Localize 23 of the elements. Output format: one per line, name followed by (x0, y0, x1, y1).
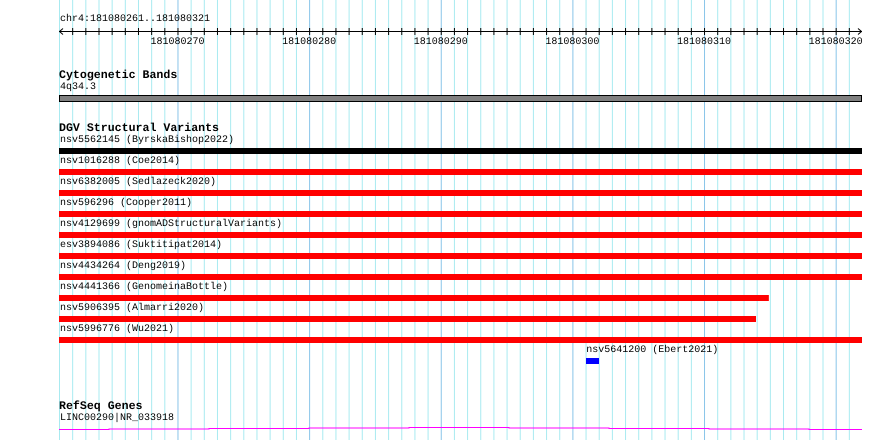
ruler-label: 181080310 (677, 37, 732, 48)
gene-label: LINC00290|NR_033918 (59, 413, 174, 425)
variant-label: nsv5641200 (Ebert2021) (585, 345, 718, 357)
track-title: Cytogenetic Bands (59, 70, 178, 82)
track-title: RefSeq Genes (59, 401, 142, 413)
variant-label: nsv5906395 (Almarri2020) (59, 303, 204, 315)
variant-label: nsv5996776 (Wu2021) (59, 324, 174, 336)
variant-label: nsv4129699 (gnomADStructuralVariants) (59, 219, 282, 231)
band-label: 4q34.3 (59, 82, 96, 94)
ruler-label: 181080270 (150, 37, 204, 48)
location-label: chr4:181080261..181080321 (59, 14, 210, 26)
variant-label: nsv4441366 (GenomeinaBottle) (59, 282, 228, 294)
ruler-label: 181080280 (282, 37, 336, 48)
variant-label: nsv6382005 (Sedlazeck2020) (59, 177, 216, 189)
ruler-label: 181080320 (808, 37, 862, 48)
variant-label: nsv5562145 (ByrskaBishop2022) (59, 135, 234, 147)
variant-label: nsv1016288 (Coe2014) (59, 156, 180, 168)
variant-label: esv3894086 (Suktitipat2014) (59, 240, 222, 252)
ruler-label: 181080300 (545, 37, 600, 48)
track-title: DGV Structural Variants (59, 123, 220, 135)
variant-label: nsv596296 (Cooper2011) (59, 198, 192, 210)
variant-label: nsv4434264 (Deng2019) (59, 261, 186, 273)
ruler-label: 181080290 (414, 37, 468, 48)
